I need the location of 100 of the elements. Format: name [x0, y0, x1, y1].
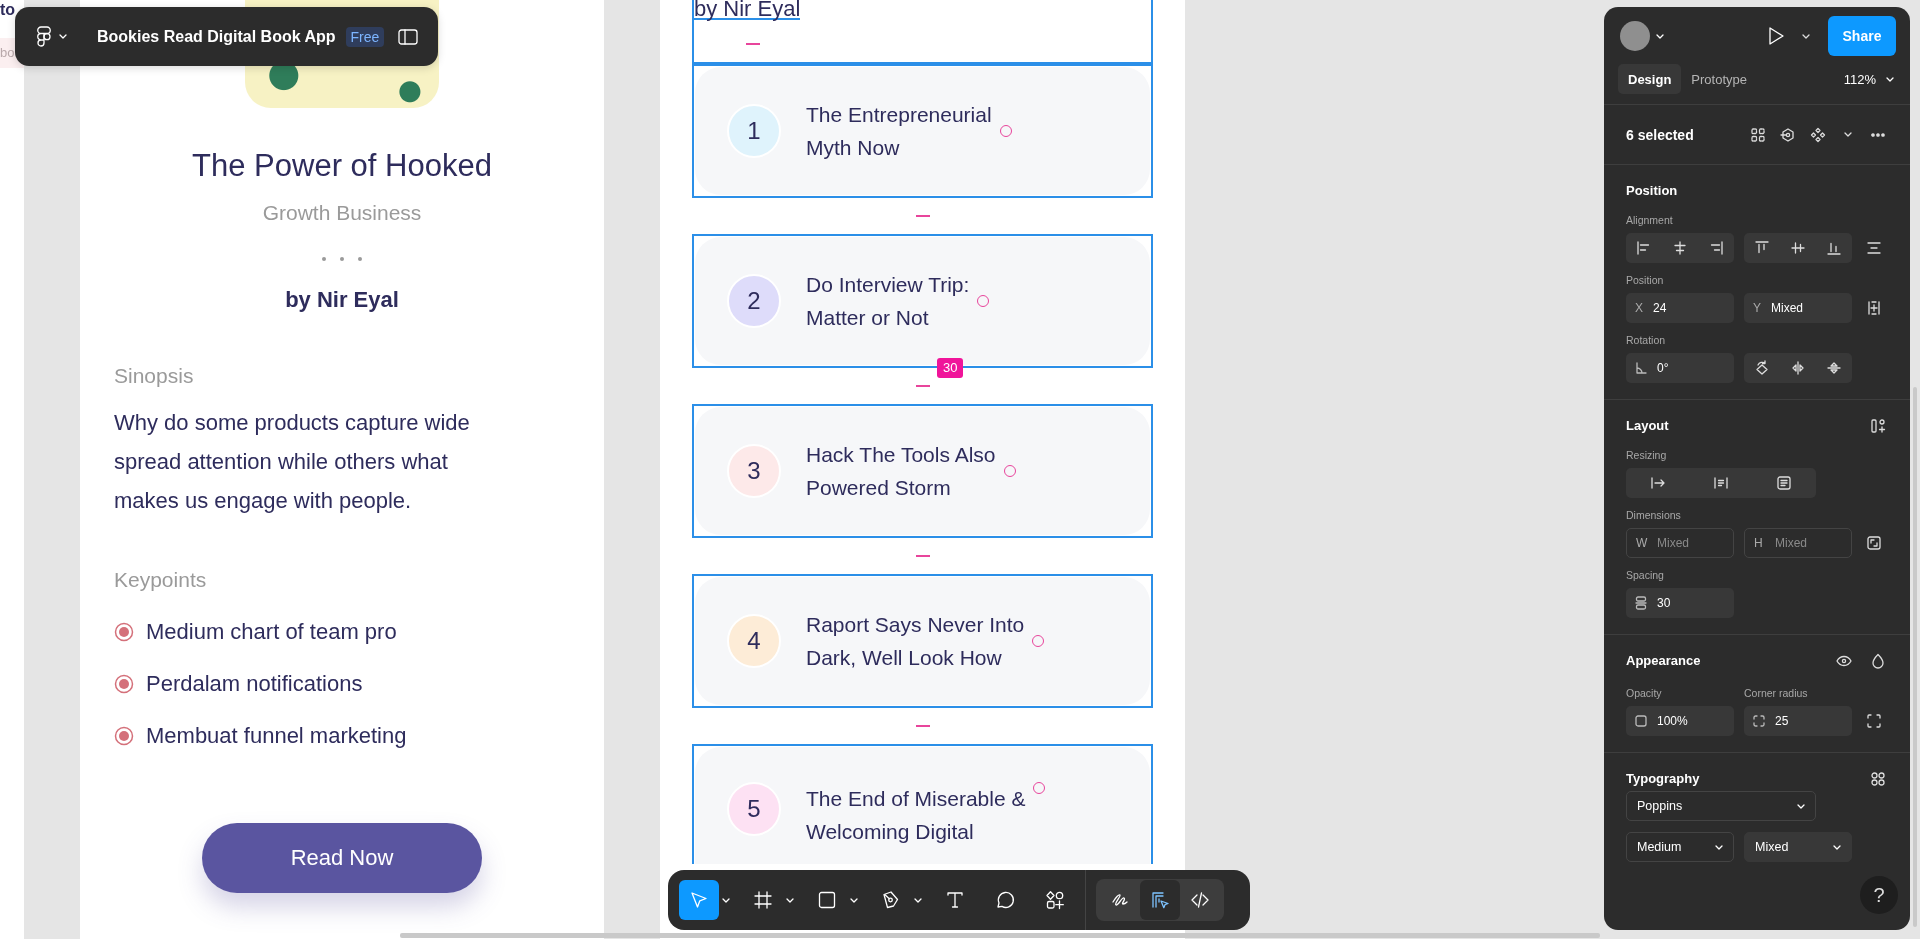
chevron-down-icon [1802, 33, 1810, 39]
corner-radius-field[interactable]: 25 [1744, 706, 1852, 736]
font-weight-dropdown[interactable]: Medium [1626, 832, 1734, 862]
font-size-dropdown[interactable]: Mixed [1744, 832, 1852, 862]
align-left-icon [1636, 240, 1652, 256]
bullet-icon [114, 622, 134, 642]
avatar [1620, 21, 1650, 51]
chevron-down-icon [722, 897, 730, 903]
move-tool-button[interactable] [679, 880, 719, 920]
angle-icon [1635, 362, 1647, 374]
section-title: Layout [1626, 417, 1669, 435]
play-icon [1767, 26, 1785, 46]
shapes-icon [1045, 890, 1065, 910]
chapter-number: 4 [727, 614, 781, 668]
y-position-field[interactable]: Y Mixed [1744, 293, 1852, 323]
aspect-ratio-icon [1866, 535, 1882, 551]
eye-icon [1836, 653, 1852, 669]
selection-count: 6 selected [1626, 126, 1694, 143]
field-label: Position [1626, 274, 1665, 287]
drop-icon [1870, 653, 1886, 669]
more-icon [1871, 132, 1885, 137]
bullet-icon [114, 726, 134, 746]
synopsis-text: Why do some products capture wide spread attention while others what makes us engage with people. [114, 409, 470, 515]
align-center-icon [1672, 240, 1688, 256]
spacing-marker [746, 43, 760, 45]
cursor-icon [689, 890, 709, 910]
design-tool-button[interactable] [1140, 880, 1180, 920]
chapter-title: Hack The Tools Also Powered Storm [806, 442, 996, 501]
field-label: Rotation [1626, 334, 1667, 347]
dashed-grid-icon [1750, 126, 1766, 143]
rotation-field[interactable]: 0° [1626, 353, 1734, 383]
vertical-gap-icon [1635, 596, 1647, 610]
chevron-down-icon [1656, 33, 1664, 39]
bullet-icon [114, 674, 134, 694]
main-menu-button[interactable] [37, 26, 67, 47]
corner-icon [1753, 715, 1765, 727]
chapter-card[interactable]: 4 Raport Says Never Into Dark, Well Look How [695, 577, 1150, 705]
read-now-button[interactable]: Read Now [202, 823, 482, 893]
spacing-marker [915, 555, 930, 557]
chevron-down-icon [786, 897, 794, 903]
panel-tab[interactable]: Design [1618, 64, 1682, 94]
account-menu-button[interactable] [1620, 21, 1664, 51]
chevron-down-icon [59, 34, 67, 39]
book-category: Growth Business [262, 200, 422, 226]
spacing-field[interactable]: 30 [1626, 588, 1734, 618]
section-title: Position [1626, 182, 1678, 200]
field-label: Alignment [1626, 214, 1674, 227]
author-text: by Nir Eyal [694, 0, 801, 20]
chapter-title: Do Interview Trip: Matter or Not [806, 272, 970, 331]
opacity-field[interactable]: 100% [1626, 706, 1734, 736]
chevron-down-icon [1844, 132, 1852, 137]
code-icon [1190, 890, 1210, 910]
chapter-title: Raport Says Never Into Dark, Well Look How [806, 612, 1025, 671]
book-title: The Power of Hooked [192, 147, 492, 185]
help-button[interactable]: ? [1860, 876, 1898, 914]
rotate-icon [1754, 360, 1770, 376]
frame-text: to [0, 0, 17, 20]
logo-icon [37, 26, 51, 47]
align-middle-icon [1790, 240, 1806, 256]
field-prefix: W [1636, 536, 1648, 550]
pen-icon [881, 890, 901, 910]
panel-tab[interactable]: Prototype [1681, 64, 1757, 94]
circle-target-icon [1780, 126, 1796, 143]
book-author: by Nir Eyal [285, 287, 399, 313]
text-icon [945, 890, 965, 910]
section-title: Appearance [1626, 652, 1701, 670]
chapter-title: The End of Miserable & Welcoming Digital [806, 786, 1026, 845]
keypoint-text: Medium chart of team pro [146, 619, 397, 645]
flip-horizontal-icon [1790, 360, 1806, 376]
frame-icon [753, 890, 773, 910]
font-family-dropdown[interactable]: Poppins [1626, 791, 1816, 821]
file-title: Bookies Read Digital Book App [97, 27, 336, 46]
section-label: Sinopsis [114, 363, 194, 389]
align-right-icon [1708, 240, 1724, 256]
chapter-card[interactable]: 1 The Entrepreneurial Myth Now [695, 67, 1150, 195]
component-icon [1810, 126, 1826, 143]
chapter-card[interactable]: 5 The End of Miserable & Welcoming Digital [695, 747, 1150, 864]
opacity-icon [1635, 715, 1647, 727]
chevron-down-icon [1886, 76, 1894, 82]
chevron-down-icon [1797, 803, 1805, 809]
plan-badge: Free [345, 26, 385, 47]
distribute-icon [1866, 240, 1882, 256]
constraints-icon [1866, 300, 1882, 316]
square-icon [817, 890, 837, 910]
field-label: Dimensions [1626, 509, 1682, 522]
spacing-marker [915, 385, 930, 387]
ruler-cursor-icon [1150, 890, 1170, 910]
field-label: Resizing [1626, 449, 1668, 462]
chevron-down-icon [850, 897, 858, 903]
align-top-icon [1754, 240, 1770, 256]
styles-grid-icon [1870, 771, 1886, 787]
chapter-card[interactable]: 3 Hack The Tools Also Powered Storm [695, 407, 1150, 535]
zoom-dropdown[interactable]: 112% [1843, 71, 1894, 87]
x-position-field[interactable]: X 24 [1626, 293, 1734, 323]
chapter-number: 5 [727, 782, 781, 836]
text-box-icon [1776, 475, 1793, 491]
spacing-badge: 30 [937, 358, 964, 378]
independent-corners-icon [1866, 713, 1882, 729]
spacing-marker [915, 725, 930, 727]
keypoint-text: Perdalam notifications [146, 671, 363, 697]
